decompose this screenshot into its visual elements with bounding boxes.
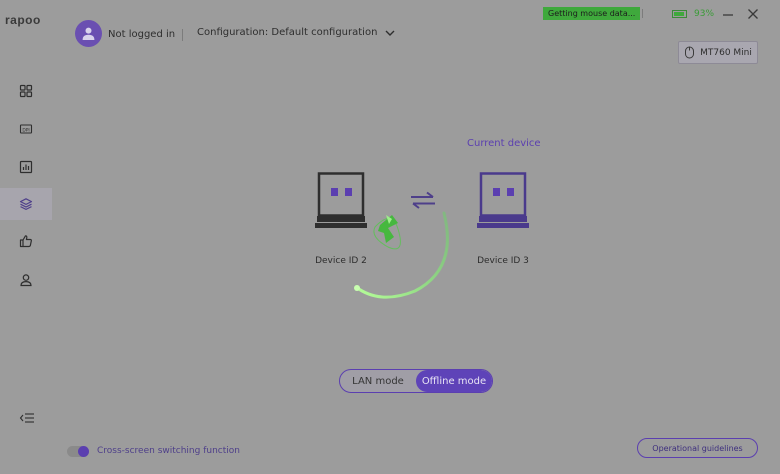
usb-receiver-icon [477, 172, 529, 228]
toggle-knob [78, 446, 89, 457]
user-icon [20, 274, 32, 287]
sidebar: rapoo DPI [0, 0, 52, 474]
collapse-sidebar-button[interactable] [18, 410, 36, 426]
chart-icon [19, 160, 33, 174]
battery-indicator: 93% [672, 9, 714, 19]
app-window: rapoo DPI Not logged in Configuration: D… [0, 0, 780, 474]
configuration-dropdown[interactable]: Configuration: Default configuration [197, 27, 395, 38]
sidebar-item-stats[interactable] [0, 151, 52, 183]
sidebar-item-devices[interactable] [0, 188, 52, 220]
device-selector-button[interactable]: MT760 Mini [678, 41, 758, 64]
loading-spinner-icon [354, 211, 449, 299]
close-button[interactable] [746, 7, 760, 21]
connection-mode-toggle: LAN mode Offline mode [339, 369, 493, 393]
grid-icon [19, 84, 33, 98]
offline-mode-option[interactable]: Offline mode [416, 370, 492, 392]
sidebar-item-recommend[interactable] [0, 225, 52, 257]
brand-logo: rapoo [5, 13, 41, 27]
battery-percentage: 93% [694, 9, 715, 19]
sidebar-item-account[interactable] [0, 264, 52, 296]
cross-screen-toggle[interactable] [67, 446, 89, 457]
minimize-icon [723, 14, 733, 16]
sidebar-item-dpi[interactable]: DPI [0, 113, 52, 145]
current-device-label: Current device [467, 138, 541, 149]
user-avatar-icon [82, 27, 95, 40]
svg-text:DPI: DPI [22, 127, 29, 133]
layers-icon [19, 198, 33, 210]
avatar[interactable] [75, 20, 102, 47]
mouse-icon [685, 46, 695, 59]
device-name: MT760 Mini [700, 47, 752, 58]
operational-guidelines-button[interactable]: Operational guidelines [637, 438, 758, 458]
battery-level-fill [674, 12, 685, 16]
header-divider-small [642, 9, 643, 18]
battery-icon [672, 10, 687, 18]
cross-screen-label: Cross-screen switching function [97, 446, 240, 456]
header-divider [182, 29, 183, 41]
status-badge: Getting mouse data... [543, 7, 641, 20]
configuration-label: Configuration: Default configuration [197, 27, 378, 38]
minimize-button[interactable] [721, 7, 735, 21]
lan-mode-option[interactable]: LAN mode [340, 370, 416, 392]
sidebar-item-home[interactable] [0, 75, 52, 107]
login-status[interactable]: Not logged in [108, 29, 175, 40]
dpi-icon: DPI [19, 124, 33, 134]
device-label: Device ID 3 [477, 256, 529, 266]
device-dongle-3[interactable] [476, 172, 530, 234]
collapse-menu-icon [19, 413, 34, 423]
close-icon [748, 9, 758, 19]
thumbs-up-icon [19, 235, 32, 248]
chevron-down-icon [385, 30, 395, 36]
